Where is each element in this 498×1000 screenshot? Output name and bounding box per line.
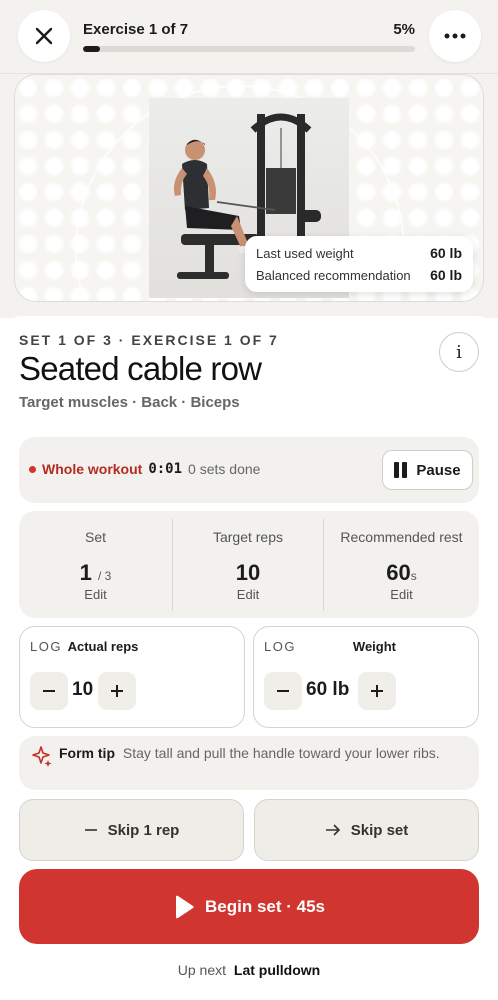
log-weight-header: LOG	[264, 639, 298, 654]
log-tag: LOG	[30, 639, 62, 654]
begin-set-button[interactable]: Begin set · 45s	[19, 869, 479, 944]
plus-icon	[111, 685, 123, 697]
log-weight-card: LOG Weight 60 lb	[253, 626, 479, 728]
skip-set-label: Skip set	[350, 821, 409, 839]
top-area: Exercise 1 of 7 5% Last used weight 60 l…	[0, 0, 498, 318]
reps-increment-button[interactable]	[98, 672, 136, 710]
timer-value: 0:01	[148, 461, 183, 477]
last-used-value: 60 lb	[430, 245, 462, 261]
timer-label: Whole workout	[42, 461, 143, 477]
set-label: Set	[84, 529, 106, 545]
weight-recommendation-card: Last used weight 60 lb Balanced recommen…	[245, 236, 473, 292]
log-reps-header: LOG Actual reps	[30, 639, 138, 654]
weight-increment-button[interactable]	[358, 672, 396, 710]
target-reps-stat[interactable]: Target reps 10 Edit	[173, 511, 323, 618]
close-button[interactable]	[18, 10, 70, 62]
target-reps-label: Target reps	[212, 529, 284, 545]
progress-percent: 5%	[393, 21, 415, 38]
pause-label: Pause	[416, 461, 461, 479]
pause-icon	[394, 462, 408, 478]
rest-value: 60s	[386, 560, 417, 585]
top-bar: Exercise 1 of 7 5%	[0, 0, 498, 74]
exercise-title: Seated cable row	[19, 350, 262, 387]
rest-stat[interactable]: Recommended rest 60s Edit	[324, 511, 479, 618]
rest-label: Recommended rest	[340, 529, 463, 545]
target-muscles: Target muscles · Back · Biceps	[19, 394, 240, 411]
form-tip-text: Form tip Stay tall and pull the handle t…	[59, 745, 440, 761]
target-reps-edit-link[interactable]: Edit	[173, 587, 323, 602]
log-reps-card: LOG Actual reps 10	[19, 626, 245, 728]
minus-icon	[43, 690, 55, 692]
set-exercise-eyebrow: SET 1 OF 3 · EXERCISE 1 OF 7	[19, 332, 279, 348]
minus-icon	[84, 829, 97, 831]
form-tip-title: Form tip	[59, 745, 115, 761]
last-used-label: Last used weight	[256, 245, 354, 261]
progress-bar	[83, 46, 415, 52]
workout-timer-card: Whole workout 0:01 0 sets done Pause	[19, 437, 479, 503]
form-tip-card: Form tip Stay tall and pull the handle t…	[19, 736, 479, 790]
sparkle-icon	[32, 746, 52, 767]
form-tip-body: Stay tall and pull the handle toward you…	[122, 745, 440, 761]
reps-value[interactable]: 10	[72, 679, 93, 701]
last-used-row: Last used weight 60 lb	[256, 242, 462, 264]
recommendation-row: Balanced recommendation 60 lb	[256, 264, 462, 286]
rest-edit-link[interactable]: Edit	[324, 587, 479, 602]
skip-set-button[interactable]: Skip set	[254, 799, 479, 861]
timer-row: Whole workout 0:01 0 sets done	[29, 461, 260, 477]
target-reps-value: 10	[235, 560, 261, 585]
close-icon	[35, 27, 53, 45]
set-total: / 3	[98, 569, 112, 583]
progress-label: Exercise 1 of 7	[83, 21, 189, 38]
log-weight-title: Weight	[352, 639, 396, 654]
set-stats-card: Set 1 / 3 Edit Target reps 10 Edit Recom…	[19, 511, 479, 618]
recommendation-value: 60 lb	[430, 267, 462, 283]
reps-decrement-button[interactable]	[30, 672, 68, 710]
rest-unit: s	[410, 569, 417, 583]
more-options-button[interactable]	[429, 10, 481, 62]
info-button[interactable]: i	[439, 332, 479, 372]
weight-value[interactable]: 60 lb	[306, 679, 349, 701]
weight-decrement-button[interactable]	[264, 672, 302, 710]
log-reps-title: Actual reps	[67, 639, 139, 654]
set-value: 1 / 3	[79, 560, 112, 585]
play-icon	[176, 895, 194, 918]
skip-rep-button[interactable]: Skip 1 rep	[19, 799, 244, 861]
plus-icon	[371, 685, 383, 697]
log-tag: LOG	[264, 639, 296, 654]
set-stat[interactable]: Set 1 / 3 Edit	[19, 511, 172, 618]
more-icon	[444, 33, 466, 39]
up-next-exercise[interactable]: Lat pulldown	[234, 962, 320, 978]
up-next-label: Up next	[177, 962, 227, 978]
set-edit-link[interactable]: Edit	[19, 587, 172, 602]
progress-fill	[83, 46, 100, 52]
begin-set-label: Begin set · 45s	[205, 896, 325, 916]
minus-icon	[277, 690, 289, 692]
up-next: Up next Lat pulldown	[0, 962, 498, 978]
recommendation-label: Balanced recommendation	[256, 267, 411, 283]
arrow-right-icon	[325, 824, 340, 836]
recording-dot-icon	[29, 465, 36, 473]
skip-rep-label: Skip 1 rep	[107, 821, 180, 839]
sets-done: 0 sets done	[188, 461, 261, 477]
pause-button[interactable]: Pause	[382, 450, 473, 490]
